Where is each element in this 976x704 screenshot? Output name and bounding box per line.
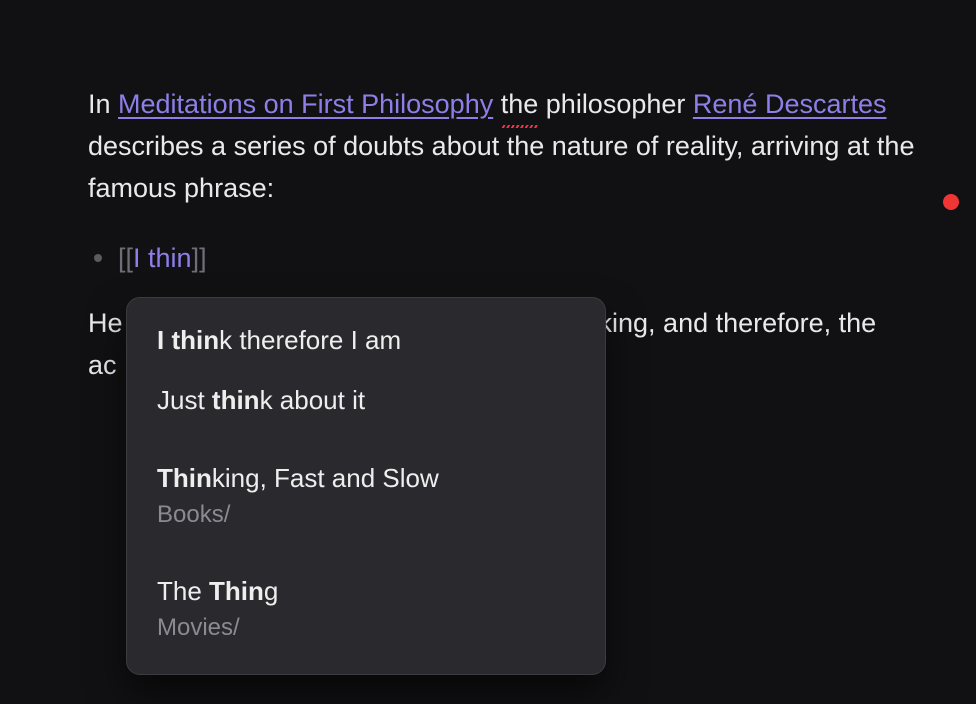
match-bold: Thin [157,463,212,493]
wikilink-query: I thin [133,243,192,273]
match-path: Books/ [157,499,575,530]
bullet-icon [94,254,102,262]
autocomplete-item[interactable]: Thinking, Fast and Slow Books/ [127,452,605,541]
match-bold: I thin [157,325,219,355]
text: philosopher [538,89,693,119]
match-path: Movies/ [157,612,575,643]
list-item[interactable]: [[I thin]] [88,238,948,280]
match-pre: Just [157,385,212,415]
text: describes a series of doubts about the n… [88,131,914,203]
text: In [88,89,118,119]
autocomplete-item[interactable]: I think therefore I am [127,314,605,368]
match-rest: k about it [260,385,366,415]
match-rest: g [264,576,278,606]
match-pre: The [157,576,209,606]
editor-page: In Meditations on First Philosophy the p… [0,0,976,704]
bullet-list: [[I thin]] [88,238,948,280]
link-descartes[interactable]: René Descartes [693,89,887,119]
autocomplete-item[interactable]: The Thing Movies/ [127,565,605,654]
text-fragment-left: He [88,303,123,345]
match-rest: k therefore I am [219,325,401,355]
unsaved-indicator-icon [943,194,959,210]
bracket-open: [[ [118,243,133,273]
paragraph-1: In Meditations on First Philosophy the p… [88,84,948,210]
autocomplete-popup: I think therefore I am Just think about … [126,297,606,675]
autocomplete-item[interactable]: Just think about it [127,374,605,428]
bracket-close: ]] [192,243,207,273]
match-bold: thin [212,385,260,415]
spellcheck-word[interactable]: the [501,84,539,126]
link-meditations[interactable]: Meditations on First Philosophy [118,89,493,119]
text [493,89,501,119]
match-rest: king, Fast and Slow [212,463,439,493]
text-fragment-right: king, and therefore, the [599,303,877,345]
wikilink-input[interactable]: [[I thin]] [118,238,207,280]
match-bold: Thin [209,576,264,606]
